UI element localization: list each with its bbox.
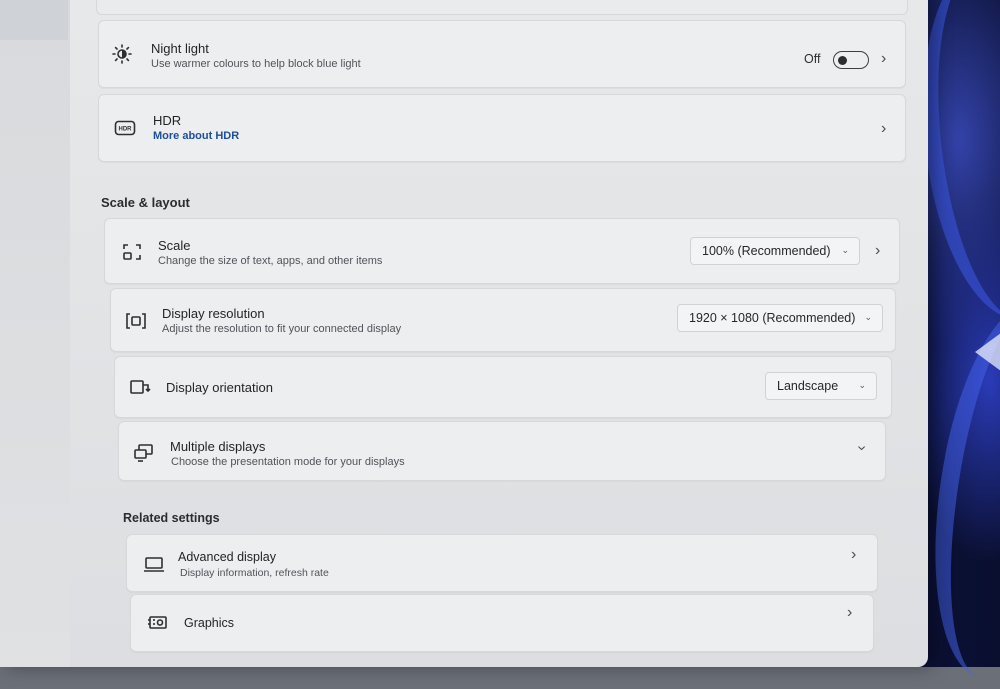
monitor-icon	[143, 553, 165, 575]
hdr-icon: HDR	[114, 117, 136, 139]
chevron-down-icon: ⌄	[864, 312, 872, 322]
display-resolution-subtitle: Adjust the resolution to fit your connec…	[162, 323, 402, 335]
chevron-right-icon[interactable]: ›	[851, 547, 856, 563]
nav-item-selected[interactable]	[0, 0, 68, 40]
resolution-icon	[125, 310, 147, 332]
svg-text:HDR: HDR	[119, 127, 133, 133]
scale-dropdown-value: 100% (Recommended)	[702, 244, 831, 258]
hdr-card[interactable]: HDR HDR More about HDR ›	[98, 94, 906, 162]
scale-title: Scale	[158, 238, 191, 253]
night-light-card[interactable]: Night light Use warmer colours to help b…	[98, 20, 906, 88]
scale-subtitle: Change the size of text, apps, and other…	[158, 255, 383, 267]
hdr-title: HDR	[153, 113, 182, 128]
night-light-title: Night light	[151, 41, 209, 56]
graphics-title: Graphics	[184, 616, 235, 630]
multiple-displays-subtitle: Choose the presentation mode for your di…	[171, 456, 405, 468]
multiple-displays-title: Multiple displays	[170, 439, 266, 454]
night-light-subtitle: Use warmer colours to help block blue li…	[151, 58, 361, 70]
display-resolution-dropdown[interactable]: 1920 × 1080 (Recommended) ⌄	[677, 304, 883, 332]
night-light-state-label: Off	[804, 52, 821, 66]
display-orientation-title: Display orientation	[166, 380, 273, 395]
display-orientation-dropdown-value: Landscape	[777, 379, 839, 393]
advanced-display-card[interactable]: Advanced display Display information, re…	[126, 534, 878, 592]
graphics-card[interactable]: Graphics ›	[130, 594, 874, 652]
settings-window: Night light Use warmer colours to help b…	[0, 0, 928, 667]
more-about-hdr-link[interactable]: More about HDR	[153, 130, 239, 142]
display-orientation-dropdown[interactable]: Landscape ⌄	[765, 372, 877, 400]
scale-dropdown[interactable]: 100% (Recommended) ⌄	[690, 237, 860, 265]
chevron-right-icon[interactable]: ›	[847, 605, 852, 621]
navigation-pane	[0, 0, 70, 667]
advanced-display-subtitle: Display information, refresh rate	[180, 567, 329, 579]
wallpaper-highlight	[975, 330, 1000, 374]
display-orientation-card[interactable]: Display orientation Landscape ⌄	[114, 356, 892, 418]
chevron-right-icon[interactable]: ›	[881, 121, 886, 137]
display-resolution-title: Display resolution	[162, 306, 265, 321]
chevron-down-icon: ⌄	[841, 245, 849, 255]
scale-icon	[121, 241, 143, 263]
toggle-knob	[838, 55, 847, 65]
display-resolution-dropdown-value: 1920 × 1080 (Recommended)	[689, 311, 856, 325]
chevron-down-icon[interactable]: ›	[854, 445, 871, 450]
advanced-display-title: Advanced display	[178, 550, 276, 564]
display-resolution-card[interactable]: Display resolution Adjust the resolution…	[110, 288, 896, 352]
previous-setting-card[interactable]	[96, 0, 908, 15]
chevron-right-icon[interactable]: ›	[881, 51, 886, 67]
multiple-displays-card[interactable]: Multiple displays Choose the presentatio…	[118, 421, 886, 481]
chevron-down-icon: ⌄	[858, 380, 866, 390]
graphics-icon	[147, 612, 169, 634]
brightness-sun-icon	[111, 43, 133, 65]
chevron-right-icon[interactable]: ›	[875, 243, 880, 259]
scale-card[interactable]: Scale Change the size of text, apps, and…	[104, 218, 900, 284]
section-heading-related-settings: Related settings	[123, 511, 220, 525]
orientation-icon	[129, 376, 151, 398]
section-heading-scale-layout: Scale & layout	[101, 195, 190, 210]
night-light-toggle[interactable]	[833, 51, 869, 69]
multiple-displays-icon	[133, 442, 155, 464]
